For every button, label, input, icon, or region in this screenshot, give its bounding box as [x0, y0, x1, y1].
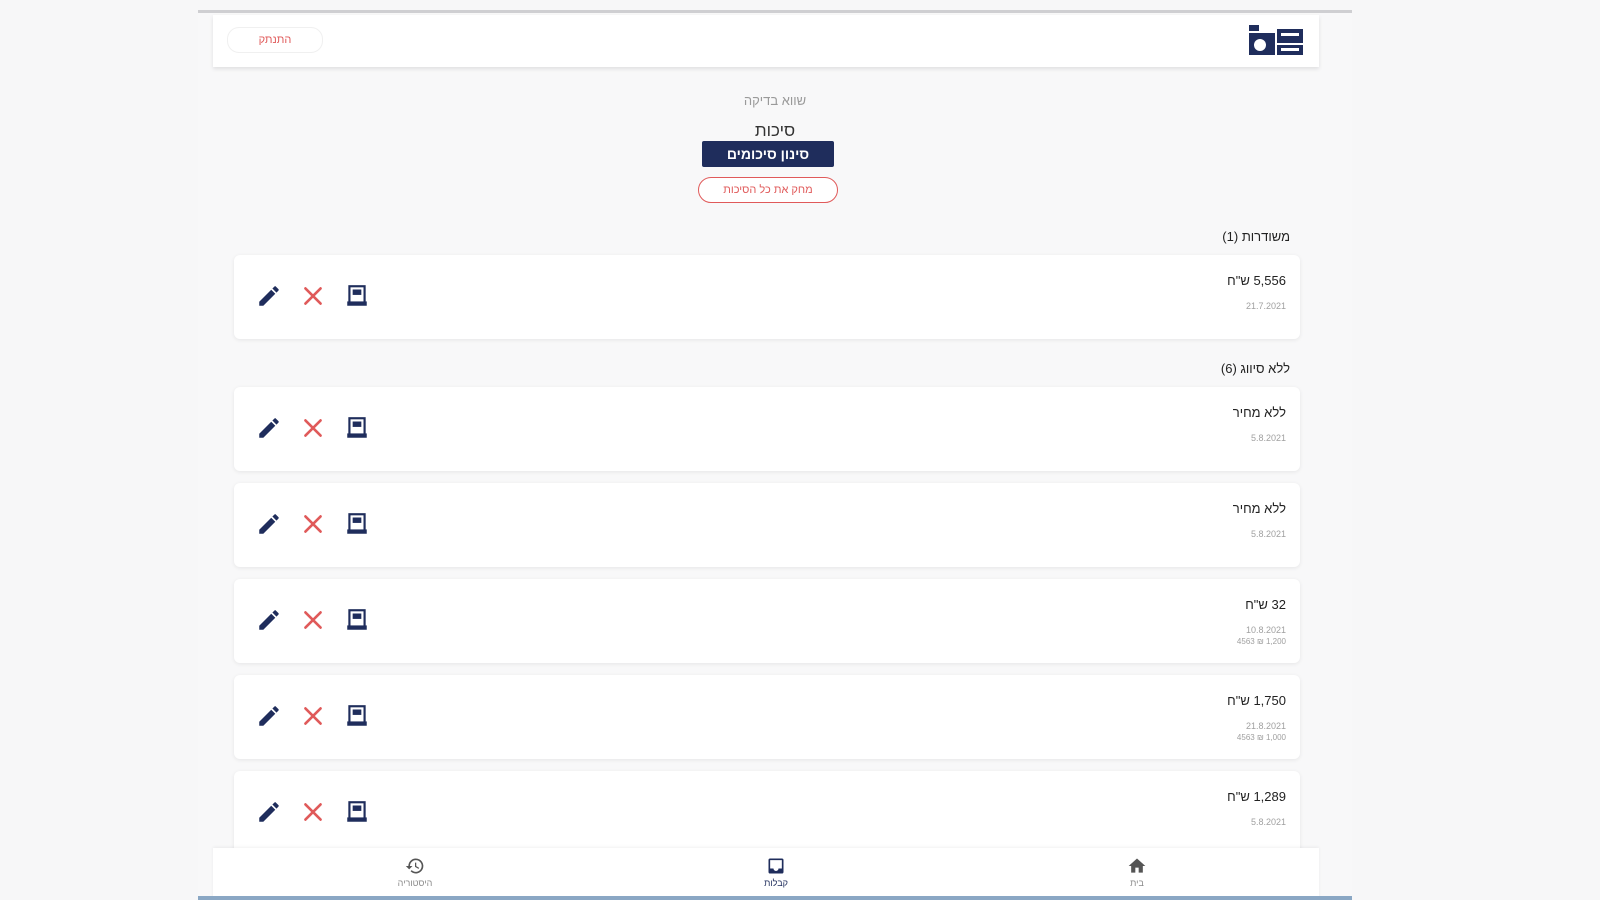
top-bar: התנתק [213, 15, 1319, 67]
item-date: 5.8.2021 [1250, 529, 1286, 539]
edit-icon[interactable] [256, 607, 282, 633]
item-amount: 1,289 ש"ח [1227, 789, 1286, 804]
edit-icon[interactable] [256, 703, 282, 729]
page-title: סיכות [754, 121, 796, 140]
receipt-icon[interactable] [344, 607, 370, 633]
item-amount: 1,750 ש"ח [1227, 693, 1286, 708]
home-icon [1128, 858, 1146, 873]
item-amount: 32 ש"ח [1245, 597, 1286, 612]
list-item[interactable]: ללא מחיר 5.8.2021 [234, 387, 1300, 471]
item-amount: ללא מחיר [1232, 405, 1286, 420]
nav-inbox-label: קבלות [764, 878, 788, 888]
receipt-icon[interactable] [344, 283, 370, 309]
nav-home-label: בית [1130, 878, 1144, 888]
item-amount: 5,556 ש"ח [1227, 273, 1286, 288]
nav-history-label: היסטוריה [397, 878, 433, 888]
nav-history[interactable]: היסטוריה [375, 852, 455, 898]
delete-icon[interactable] [300, 283, 326, 309]
edit-icon[interactable] [256, 283, 282, 309]
delete-icon[interactable] [300, 703, 326, 729]
item-date: 5.8.2021 [1250, 817, 1286, 827]
edit-icon[interactable] [256, 415, 282, 441]
receipt-icon[interactable] [344, 415, 370, 441]
nav-inbox[interactable]: קבלות [736, 852, 816, 898]
delete-icon[interactable] [300, 415, 326, 441]
list-item[interactable]: 1,289 ש"ח 5.8.2021 [234, 771, 1300, 855]
edit-icon[interactable] [256, 511, 282, 537]
edit-icon[interactable] [256, 799, 282, 825]
bottom-nav: היסטוריה קבלות בית [213, 848, 1319, 900]
window-bottom-edge [198, 896, 1352, 900]
receipt-icon[interactable] [344, 703, 370, 729]
filter-summaries-button[interactable]: סינון סיכומים [702, 141, 834, 167]
app-logo [1247, 21, 1305, 59]
delete-all-button[interactable]: מחק את כל הסיכות [698, 177, 838, 203]
list-item[interactable]: ללא מחיר 5.8.2021 [234, 483, 1300, 567]
delete-icon[interactable] [300, 799, 326, 825]
section-label-sent: משודרות (1) [1222, 229, 1290, 244]
delete-icon[interactable] [300, 607, 326, 633]
list-item[interactable]: 1,750 ש"ח 21.8.2021 1,000 ₪ 4563 [234, 675, 1300, 759]
item-amount: ללא מחיר [1232, 501, 1286, 516]
section-label-unclassified: ללא סיווג (6) [1220, 361, 1290, 376]
item-date: 21.7.2021 [1245, 301, 1286, 311]
list-item[interactable]: 32 ש"ח 10.8.2021 1,200 ₪ 4563 [234, 579, 1300, 663]
app-frame: התנתק שווא בדיקה סיכות סינון סיכומים מחק… [198, 10, 1352, 900]
inbox-icon [768, 858, 784, 874]
delete-icon[interactable] [300, 511, 326, 537]
receipt-icon[interactable] [344, 511, 370, 537]
page-subtitle: שווא בדיקה [743, 93, 807, 108]
receipt-icon[interactable] [344, 799, 370, 825]
history-icon [405, 858, 424, 874]
item-date: 10.8.2021 [1245, 625, 1286, 635]
logout-button[interactable]: התנתק [227, 27, 323, 53]
list-item[interactable]: 5,556 ש"ח 21.7.2021 [234, 255, 1300, 339]
item-note: 1,000 ₪ 4563 [1236, 733, 1286, 742]
item-date: 5.8.2021 [1250, 433, 1286, 443]
item-date: 21.8.2021 [1245, 721, 1286, 731]
nav-home[interactable]: בית [1097, 852, 1177, 898]
item-note: 1,200 ₪ 4563 [1236, 637, 1286, 646]
